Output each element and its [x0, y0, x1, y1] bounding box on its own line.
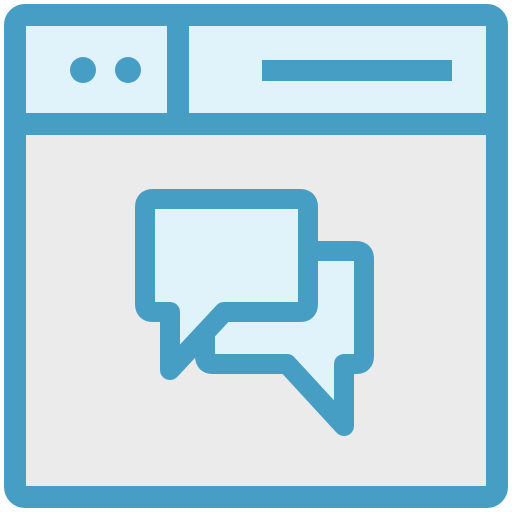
header-vertical-divider [167, 15, 189, 125]
header-left-panel [26, 26, 167, 113]
window-dot [115, 57, 141, 83]
header-divider [15, 113, 497, 135]
window-dot [70, 57, 96, 83]
address-bar-icon [262, 60, 452, 81]
browser-chat-icon-svg [4, 4, 508, 508]
browser-chat-icon [0, 0, 512, 512]
